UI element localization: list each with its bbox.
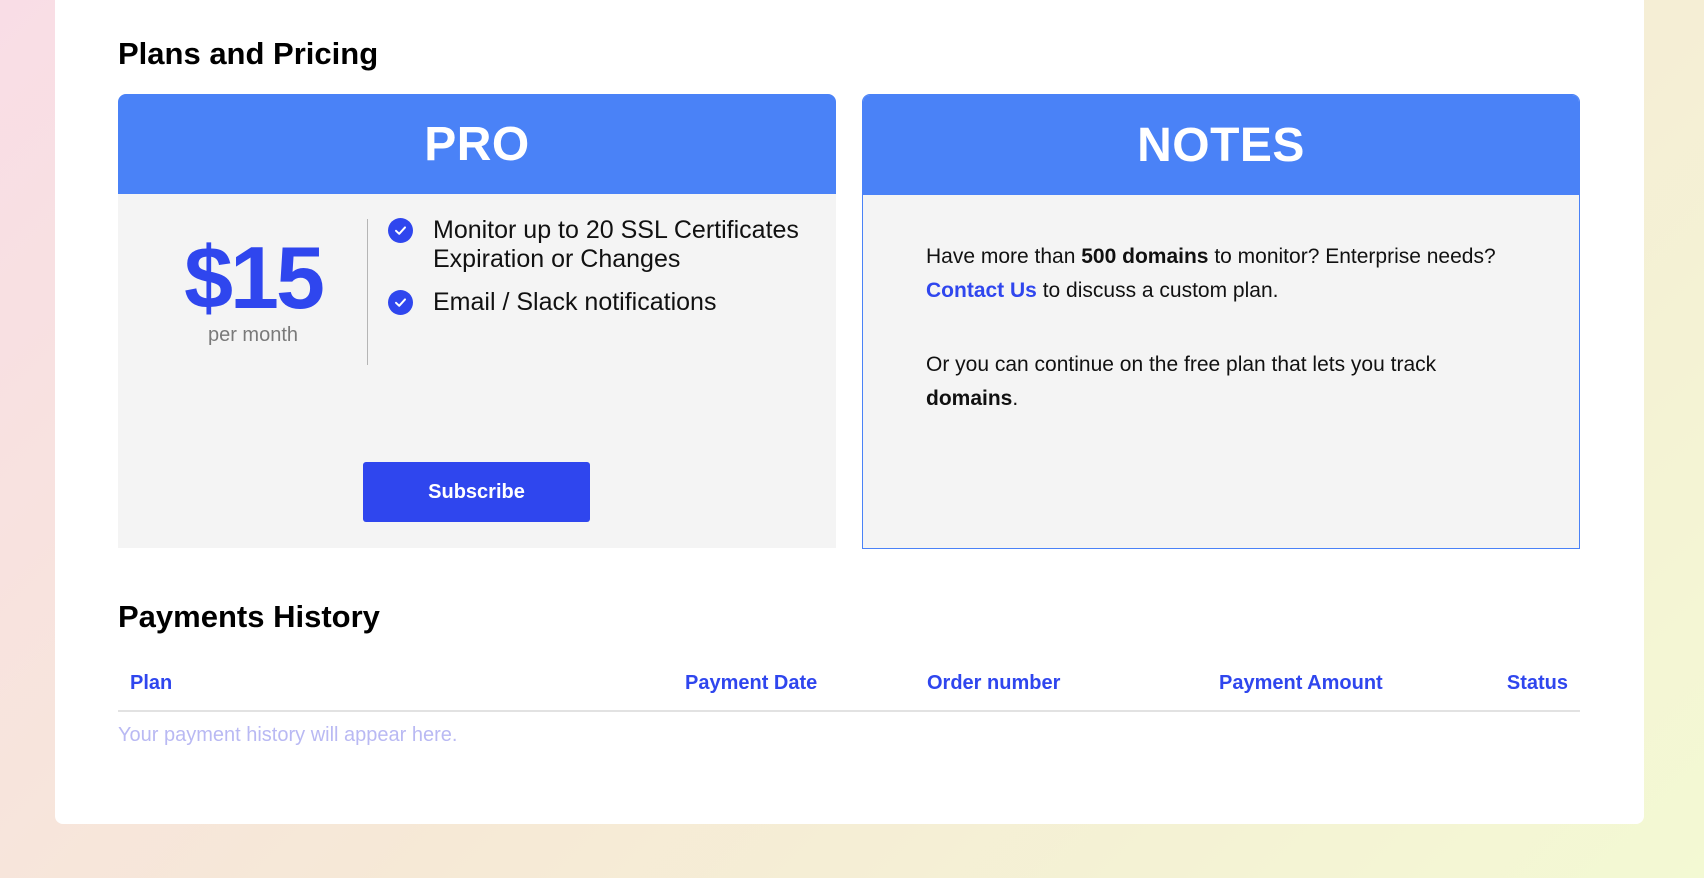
content-panel: Plans and Pricing PRO $15 per month Moni… bbox=[55, 0, 1644, 824]
check-circle-icon bbox=[388, 290, 413, 315]
notes-bold-domains: domains bbox=[926, 387, 1013, 410]
pro-plan-card: PRO $15 per month Monitor up to 20 SSL C… bbox=[118, 94, 836, 548]
column-header-payment-amount[interactable]: Payment Amount bbox=[1219, 672, 1383, 695]
check-circle-icon bbox=[388, 218, 413, 243]
notes-text: Or you can continue on the free plan tha… bbox=[926, 353, 1437, 376]
column-header-plan[interactable]: Plan bbox=[130, 672, 172, 695]
price-block: $15 per month bbox=[178, 234, 328, 347]
vertical-divider bbox=[367, 219, 368, 365]
notes-text: Have more than bbox=[926, 245, 1082, 268]
notes-card: NOTES Have more than 500 domains to moni… bbox=[862, 94, 1580, 549]
column-header-order-number[interactable]: Order number bbox=[927, 672, 1060, 695]
feature-text: Email / Slack notifications bbox=[433, 288, 717, 316]
empty-history-message: Your payment history will appear here. bbox=[118, 724, 458, 746]
column-header-payment-date[interactable]: Payment Date bbox=[685, 672, 817, 695]
notes-text: . bbox=[1012, 387, 1019, 410]
notes-paragraph-free: Or you can continue on the free plan tha… bbox=[926, 348, 1526, 416]
price-amount: $15 bbox=[184, 228, 325, 327]
notes-text: to monitor? Enterprise needs? bbox=[1208, 245, 1496, 268]
pro-card-header: PRO bbox=[118, 94, 836, 194]
feature-item: Email / Slack notifications bbox=[388, 288, 808, 317]
payments-title: Payments History bbox=[118, 599, 380, 634]
plans-title: Plans and Pricing bbox=[118, 36, 379, 71]
notes-card-header: NOTES bbox=[863, 95, 1579, 195]
notes-body: Have more than 500 domains to monitor? E… bbox=[926, 240, 1526, 416]
notes-bold-domains-count: 500 domains bbox=[1081, 245, 1209, 268]
feature-text: Monitor up to 20 SSL Certificates Expira… bbox=[433, 216, 799, 273]
notes-text: to discuss a custom plan. bbox=[1036, 279, 1279, 302]
subscribe-button[interactable]: Subscribe bbox=[363, 462, 590, 522]
table-header: Plan Payment Date Order number Payment A… bbox=[118, 660, 1580, 712]
feature-list: Monitor up to 20 SSL Certificates Expira… bbox=[388, 216, 808, 331]
payments-table: Plan Payment Date Order number Payment A… bbox=[118, 660, 1580, 747]
price-period: per month bbox=[207, 324, 299, 346]
contact-us-link[interactable]: Contact Us bbox=[926, 279, 1037, 302]
notes-paragraph-enterprise: Have more than 500 domains to monitor? E… bbox=[926, 240, 1526, 308]
column-header-status[interactable]: Status bbox=[1507, 672, 1568, 695]
feature-item: Monitor up to 20 SSL Certificates Expira… bbox=[388, 216, 808, 274]
